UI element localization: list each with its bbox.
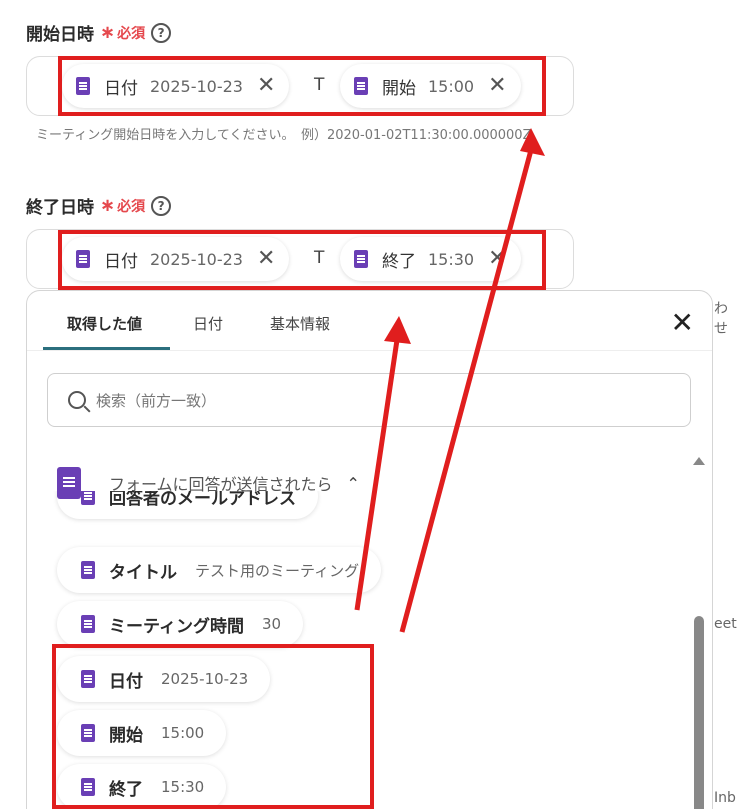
tab-acquired-values[interactable]: 取得した値 — [67, 313, 142, 334]
edge-text: eet — [714, 616, 737, 632]
scroll-up-arrow[interactable] — [693, 457, 705, 465]
scrollbar-thumb[interactable] — [694, 616, 704, 809]
trigger-group-header[interactable]: フォームに回答が送信されたら ⌃ — [57, 467, 360, 499]
start-datetime-label: 開始日時 ∗ 必須 ? — [26, 20, 172, 45]
tab-divider — [27, 350, 712, 351]
highlight-box-start — [58, 56, 546, 116]
active-tab-indicator — [43, 347, 170, 350]
highlight-box-end — [58, 230, 546, 290]
help-icon[interactable]: ? — [151, 22, 172, 43]
list-item[interactable]: タイトル テスト用のミーティング — [57, 547, 382, 593]
search-icon — [68, 391, 86, 409]
help-icon[interactable]: ? — [151, 195, 172, 216]
close-icon[interactable]: ✕ — [671, 309, 694, 337]
start-datetime-hint: ミーティング開始日時を入力してください。 例）2020-01-02T11:30:… — [36, 128, 532, 143]
chevron-up-icon: ⌃ — [346, 473, 360, 493]
edge-text: Inb — [714, 790, 736, 806]
form-doc-icon — [81, 615, 95, 633]
required-text: 必須 — [117, 198, 146, 215]
end-datetime-label: 終了日時 ∗ 必須 ? — [26, 193, 172, 218]
required-asterisk: ∗ — [100, 22, 116, 43]
search-input[interactable]: 検索（前方一致） — [47, 373, 691, 427]
list-item[interactable]: ミーティング時間 30 — [57, 601, 304, 647]
google-forms-icon — [57, 467, 81, 499]
highlight-box-items — [52, 644, 374, 809]
form-doc-icon — [81, 561, 95, 579]
required-text: 必須 — [117, 25, 146, 42]
tab-date[interactable]: 日付 — [193, 313, 223, 334]
required-asterisk: ∗ — [100, 195, 116, 216]
tab-basic-info[interactable]: 基本情報 — [270, 313, 330, 334]
edge-text: わせ — [714, 301, 728, 337]
